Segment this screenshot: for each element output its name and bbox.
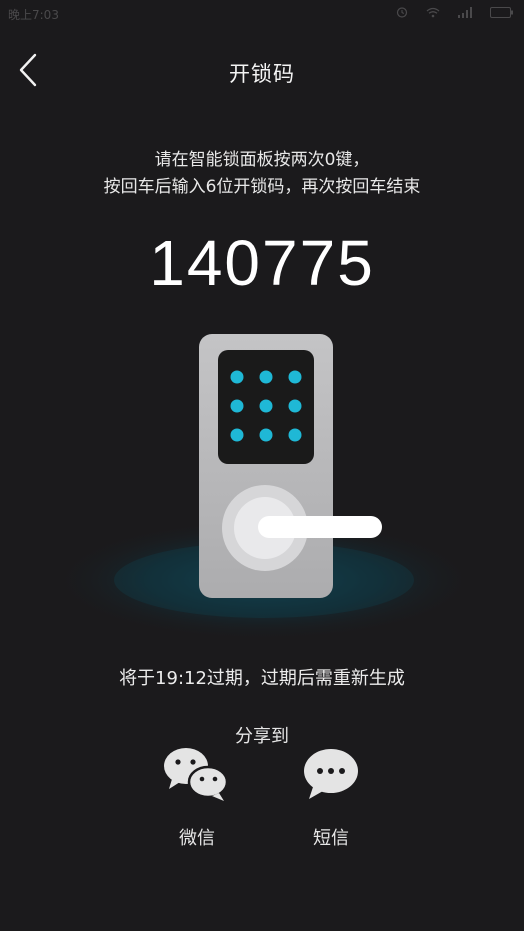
status-time: 晚上7:03 [8,8,59,22]
status-bar: 晚上7:03 [0,0,524,32]
expiry-notice: 将于19:12过期，过期后需重新生成 [119,668,405,689]
alarm-icon [396,7,408,18]
instruction-line-1: 请在智能锁面板按两次0键， [154,150,370,170]
share-wechat-button[interactable]: 微信 [147,744,247,854]
unlock-code: 140775 [149,227,375,299]
smart-lock-illustration [0,318,524,648]
keypad-dots [230,370,302,442]
wifi-icon [426,7,440,17]
wechat-icon [164,748,229,801]
lock-handle [258,516,382,538]
share-sms-button[interactable]: 短信 [281,744,381,854]
share-label: 分享到 [235,726,289,747]
sms-icon [304,749,358,799]
status-icons [396,6,514,18]
instruction-line-2: 按回车后输入6位开锁码，再次按回车结束 [103,177,421,197]
instructions: 请在智能锁面板按两次0键， 按回车后输入6位开锁码，再次按回车结束 [0,147,524,201]
share-wechat-label: 微信 [179,828,215,849]
share-sms-label: 短信 [313,828,349,849]
signal-icon [458,6,472,18]
nav-bar: 开锁码 [0,40,524,100]
battery-icon [490,6,513,18]
page-title: 开锁码 [229,62,295,86]
